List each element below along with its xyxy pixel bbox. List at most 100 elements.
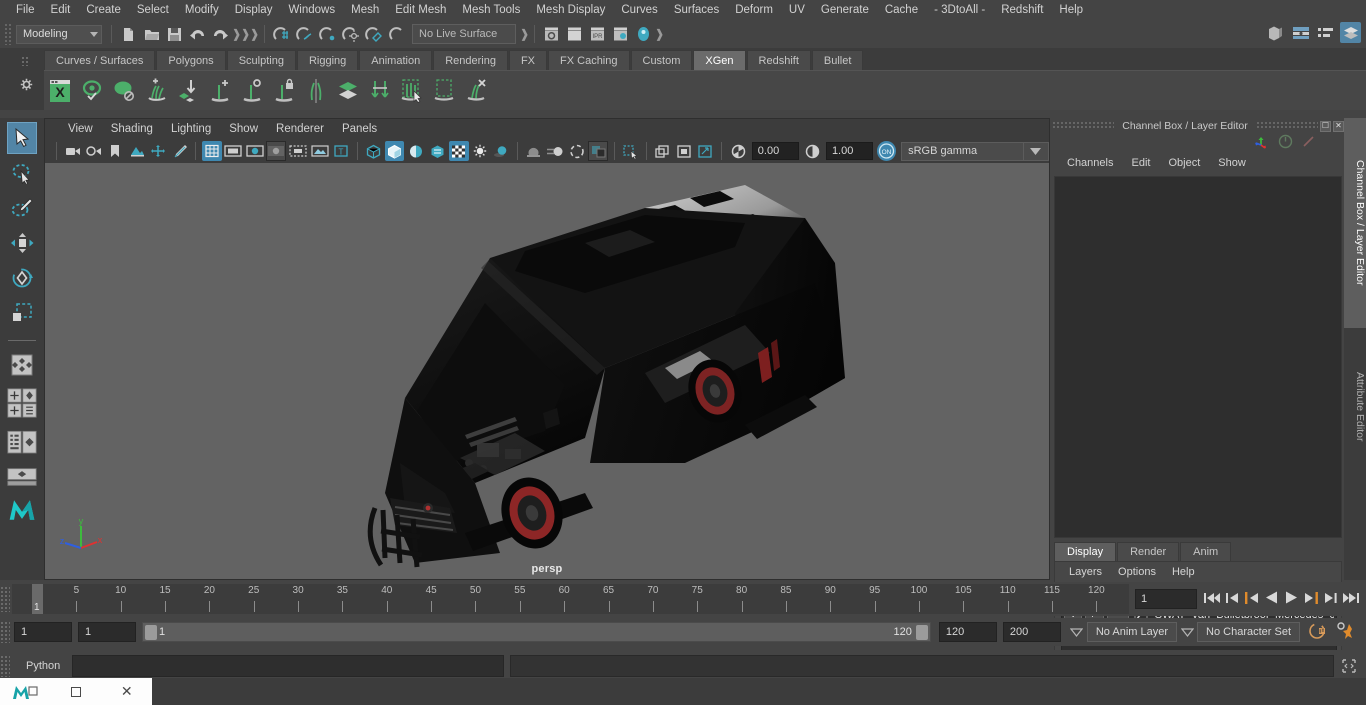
shelf-tab-rendering[interactable]: Rendering <box>433 50 508 70</box>
paint-select-tool[interactable] <box>7 192 37 224</box>
xgen-place-icon[interactable] <box>174 76 202 106</box>
layout-persp-outliner-icon[interactable] <box>7 425 37 461</box>
wireframe-icon[interactable] <box>364 141 383 161</box>
channel-box-menu-show[interactable]: Show <box>1209 157 1255 169</box>
channel-box-menu-edit[interactable]: Edit <box>1122 157 1159 169</box>
xgen-mirror-guide-icon[interactable] <box>302 76 330 106</box>
menu-item-mesh-display[interactable]: Mesh Display <box>528 0 613 20</box>
collapse-section-5[interactable]: ❱ <box>654 24 664 44</box>
transform-slash-icon[interactable] <box>1301 134 1316 152</box>
maya-app-icon[interactable] <box>0 678 51 705</box>
menu-item-mesh[interactable]: Mesh <box>343 0 387 20</box>
animation-end-time-field[interactable]: 200 <box>1002 622 1061 642</box>
shelf-tab-custom[interactable]: Custom <box>630 50 693 70</box>
gate-mask-icon[interactable] <box>266 141 287 161</box>
time-cursor[interactable]: 1 <box>32 584 43 614</box>
shelf-tab-redshift[interactable]: Redshift <box>746 50 811 70</box>
shelf-tab-polygons[interactable]: Polygons <box>156 50 226 70</box>
show-hide-attribute-editor-icon[interactable] <box>1290 22 1311 43</box>
menu-item-edit-mesh[interactable]: Edit Mesh <box>387 0 454 20</box>
menu-item-generate[interactable]: Generate <box>813 0 877 20</box>
layer-tab-render[interactable]: Render <box>1117 542 1180 561</box>
move-tool[interactable] <box>7 227 37 259</box>
script-editor-icon[interactable] <box>1338 655 1360 677</box>
menu-item-file[interactable]: File <box>8 0 43 20</box>
safe-action-icon[interactable] <box>310 141 329 161</box>
shelf-tab-rigging[interactable]: Rigging <box>296 50 359 70</box>
command-language-label[interactable]: Python <box>10 660 72 672</box>
undo-icon[interactable] <box>187 24 208 45</box>
live-surface-field[interactable]: No Live Surface <box>412 24 516 44</box>
play-backwards-icon[interactable] <box>1264 590 1279 608</box>
select-tool[interactable] <box>7 122 37 154</box>
collapse-section-4[interactable]: ❱ <box>519 24 529 44</box>
exposure-icon[interactable] <box>728 141 747 161</box>
last-tool-used[interactable] <box>7 349 37 381</box>
xgen-region-box-icon[interactable] <box>430 76 458 106</box>
xgen-preview-icon[interactable] <box>78 76 106 106</box>
xray-active-components-icon[interactable] <box>675 141 694 161</box>
show-hide-modeling-toolkit-icon[interactable] <box>1265 22 1286 43</box>
playback-end-time-field[interactable]: 120 <box>938 622 997 642</box>
layer-editor-menu-layers[interactable]: Layers <box>1061 566 1110 578</box>
exposure-field[interactable]: 0.00 <box>751 142 799 160</box>
motion-blur-icon[interactable] <box>546 141 565 161</box>
anim-layer-dropdown-arrow[interactable] <box>1067 622 1087 642</box>
camera-attributes-icon[interactable] <box>84 141 103 161</box>
menu-item-edit[interactable]: Edit <box>43 0 79 20</box>
render-current-frame-icon[interactable] <box>541 24 562 45</box>
command-line-grip[interactable] <box>0 655 10 677</box>
snap-curve-icon[interactable] <box>294 24 315 45</box>
lights-icon[interactable] <box>471 141 490 161</box>
menu-item-curves[interactable]: Curves <box>613 0 665 20</box>
viewport-menu-panels[interactable]: Panels <box>333 119 386 139</box>
isolate-select-icon[interactable] <box>588 141 608 161</box>
panel-drag-handle[interactable] <box>1052 122 1115 130</box>
new-scene-icon[interactable] <box>118 24 139 45</box>
scale-tool[interactable] <box>7 297 37 329</box>
viewport-menu-show[interactable]: Show <box>220 119 267 139</box>
menu-item-cache[interactable]: Cache <box>877 0 926 20</box>
shelf-tab-xgen[interactable]: XGen <box>693 50 746 70</box>
xgen-show-guide-icon[interactable] <box>238 76 266 106</box>
snap-view-plane-icon[interactable] <box>363 24 384 45</box>
go-to-start-icon[interactable] <box>1203 591 1220 608</box>
menu-set-selector[interactable]: Modeling <box>16 24 102 44</box>
select-camera-icon[interactable] <box>63 141 82 161</box>
grid-toggle-icon[interactable] <box>202 141 222 161</box>
viewport-menu-shading[interactable]: Shading <box>102 119 162 139</box>
xray-icon[interactable] <box>621 141 640 161</box>
show-hide-channel-box-icon[interactable] <box>1340 22 1361 43</box>
close-window-icon[interactable]: ✕ <box>101 678 152 705</box>
menu-item-uv[interactable]: UV <box>781 0 813 20</box>
channel-box-content[interactable] <box>1054 176 1342 538</box>
hud-text-icon[interactable]: T <box>331 141 350 161</box>
character-set-selector[interactable]: No Character Set <box>1197 622 1300 642</box>
range-end-thumb[interactable] <box>915 625 928 640</box>
menu-item-display[interactable]: Display <box>227 0 281 20</box>
step-back-keyframe-icon[interactable] <box>1225 591 1239 608</box>
menu-item-create[interactable]: Create <box>78 0 129 20</box>
shelf-options-gear-icon[interactable] <box>20 78 33 94</box>
multisample-icon[interactable] <box>567 141 586 161</box>
menu-item-modify[interactable]: Modify <box>177 0 227 20</box>
auto-keyframe-icon[interactable] <box>1308 622 1328 643</box>
viewport-menu-view[interactable]: View <box>59 119 102 139</box>
range-start-thumb[interactable] <box>145 625 157 640</box>
show-hide-tool-settings-icon[interactable] <box>1315 22 1336 43</box>
viewport-menu-lighting[interactable]: Lighting <box>162 119 220 139</box>
ao-icon[interactable] <box>524 141 543 161</box>
menu-item-mesh-tools[interactable]: Mesh Tools <box>454 0 528 20</box>
2d-pan-zoom-icon[interactable] <box>149 141 168 161</box>
redo-icon[interactable] <box>210 24 231 45</box>
image-plane-icon[interactable] <box>127 141 146 161</box>
go-to-end-icon[interactable] <box>1343 591 1360 608</box>
layer-editor-menu-options[interactable]: Options <box>1110 566 1164 578</box>
animation-preferences-icon[interactable] <box>1336 621 1358 643</box>
time-slider-grip[interactable] <box>0 586 10 612</box>
layout-single-icon[interactable] <box>7 384 37 422</box>
shelf-tab-sculpting[interactable]: Sculpting <box>226 50 296 70</box>
shaded-wireframe-icon[interactable] <box>406 141 425 161</box>
range-slider-track[interactable]: 1 120 <box>142 622 931 642</box>
shelf-grip[interactable] <box>21 56 29 66</box>
